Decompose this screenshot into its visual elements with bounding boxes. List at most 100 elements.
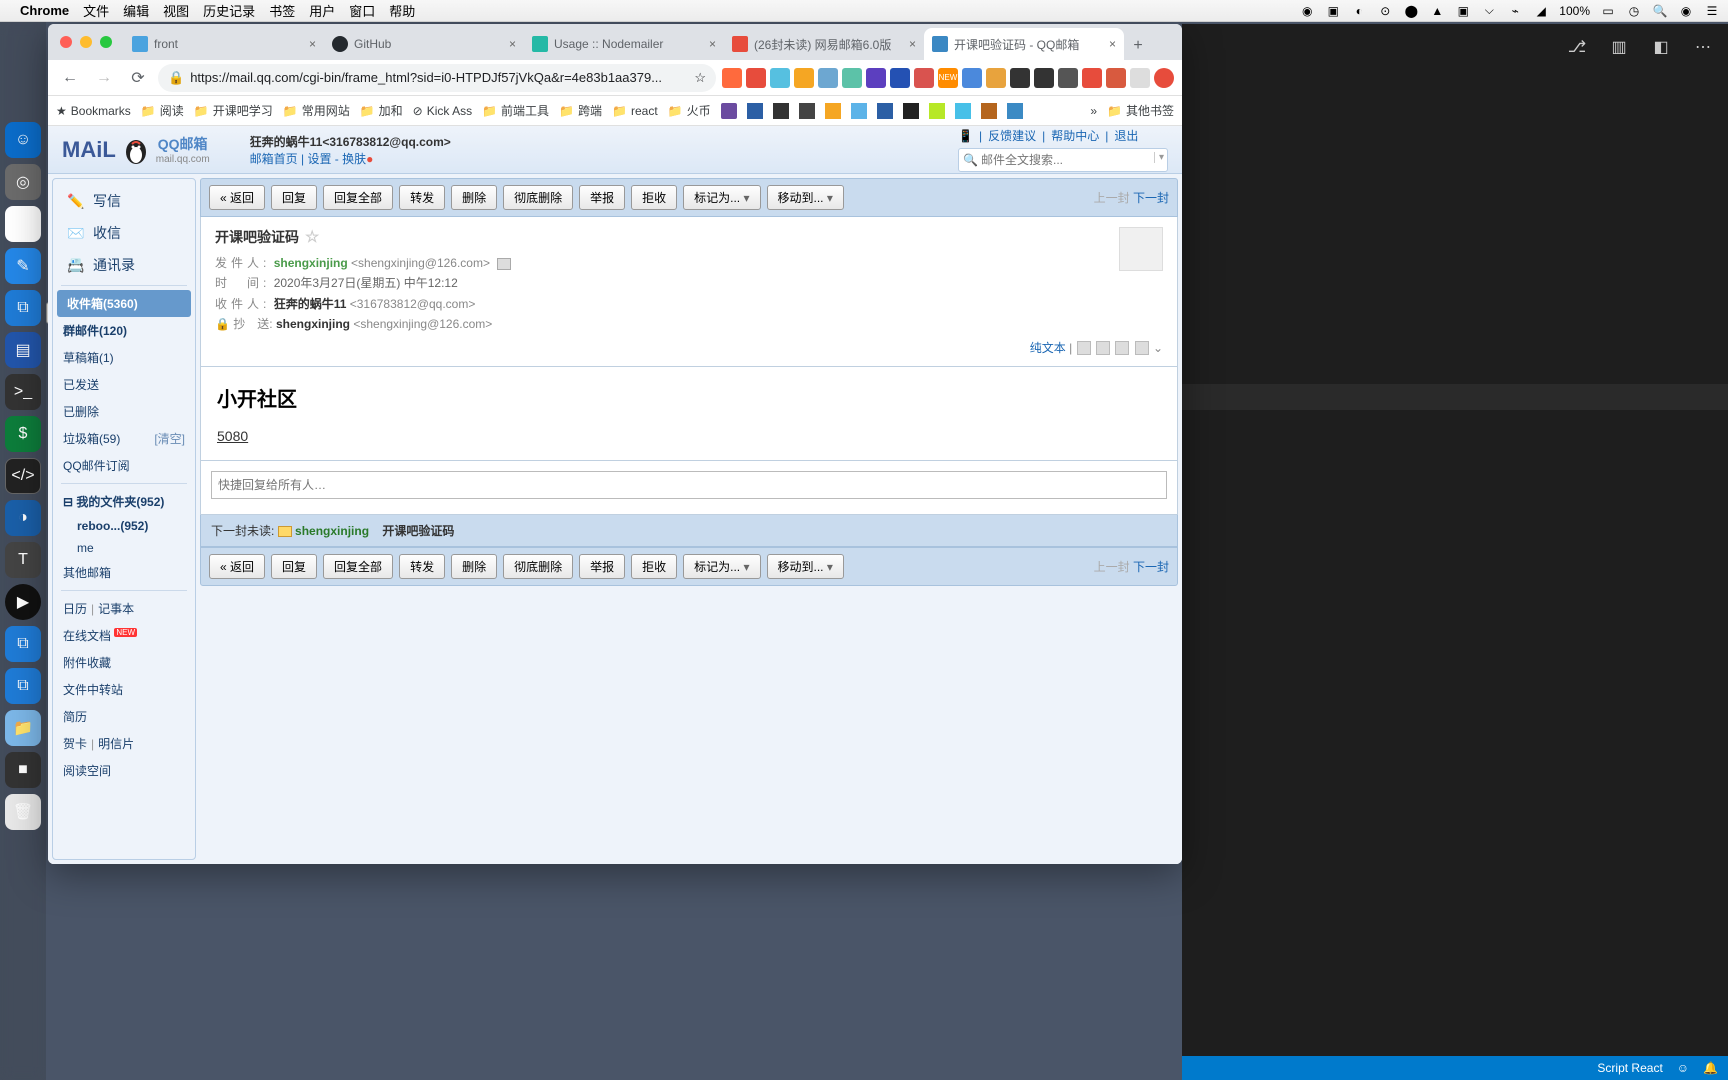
bookmark[interactable]: 📁火币 <box>668 102 711 119</box>
status-icon[interactable]: ▣ <box>1325 3 1341 19</box>
tab-close-icon[interactable]: × <box>309 37 316 51</box>
ext-icon[interactable] <box>722 68 742 88</box>
bookmark-icon[interactable] <box>1007 103 1023 119</box>
mail-search-input[interactable] <box>958 148 1168 172</box>
tab-close-icon[interactable]: × <box>909 37 916 51</box>
dock-trash[interactable]: 🗑 <box>5 794 41 830</box>
quick-reply-input[interactable] <box>211 471 1167 499</box>
volume-icon[interactable]: ◢ <box>1533 3 1549 19</box>
star-icon[interactable]: ☆ <box>694 70 706 86</box>
ext-icon[interactable] <box>866 68 886 88</box>
nav-forward[interactable]: → <box>90 64 118 92</box>
report-button[interactable]: 举报 <box>579 185 625 210</box>
dock-app[interactable]: ▤ <box>5 332 41 368</box>
move-button[interactable]: 移动到... <box>767 185 844 210</box>
report-button[interactable]: 举报 <box>579 554 625 579</box>
status-icon[interactable]: ◉ <box>1299 3 1315 19</box>
menu-bookmarks[interactable]: 书签 <box>269 1 295 20</box>
my-folders[interactable]: ⊟ 我的文件夹(952) <box>53 488 195 515</box>
sidebar-cards[interactable]: 贺卡|明信片 <box>53 730 195 757</box>
tab-github[interactable]: GitHub × <box>324 28 524 60</box>
menu-edit[interactable]: 编辑 <box>123 1 149 20</box>
folder-sent[interactable]: 已发送 <box>53 371 195 398</box>
back-button[interactable]: 返回 <box>209 554 265 579</box>
ext-icon[interactable] <box>818 68 838 88</box>
action-icon[interactable] <box>1115 341 1129 355</box>
folder-group[interactable]: 群邮件(120) <box>53 317 195 344</box>
bookmark-icon[interactable] <box>825 103 841 119</box>
ext-icon[interactable] <box>842 68 862 88</box>
bookmark[interactable]: ⊘ Kick Ass <box>413 104 472 118</box>
spotlight-icon[interactable]: 🔍 <box>1652 3 1668 19</box>
folder-draft[interactable]: 草稿箱(1) <box>53 344 195 371</box>
menu-file[interactable]: 文件 <box>83 1 109 20</box>
vscode-source-control-icon[interactable]: ⎇ <box>1566 36 1588 58</box>
bookmark-icon[interactable] <box>721 103 737 119</box>
window-maximize[interactable] <box>100 36 112 48</box>
ext-icon[interactable] <box>962 68 982 88</box>
ext-icon[interactable]: NEW <box>938 68 958 88</box>
sidebar-onlinedoc[interactable]: 在线文档 NEW <box>53 622 195 649</box>
nav-back[interactable]: ← <box>56 64 84 92</box>
dock-terminal[interactable]: >_ <box>5 374 41 410</box>
sender-avatar[interactable] <box>1119 227 1163 271</box>
move-button[interactable]: 移动到... <box>767 554 844 579</box>
nav-reload[interactable]: ⟳ <box>124 64 152 92</box>
siri-icon[interactable]: ◉ <box>1678 3 1694 19</box>
folder-deleted[interactable]: 已删除 <box>53 398 195 425</box>
ext-icon[interactable] <box>1082 68 1102 88</box>
control-center-icon[interactable]: ☰ <box>1704 3 1720 19</box>
expand-icon[interactable]: ⌄ <box>1153 341 1163 355</box>
ext-icon[interactable] <box>794 68 814 88</box>
dock-finder[interactable]: ☺ <box>5 122 41 158</box>
vscode-language[interactable]: Script React <box>1597 1061 1662 1075</box>
tab-nodemailer[interactable]: Usage :: Nodemailer × <box>524 28 724 60</box>
bookmark-icon[interactable] <box>903 103 919 119</box>
bookmark-icon[interactable] <box>981 103 997 119</box>
dock-vscode[interactable]: ⧉ <box>5 290 41 326</box>
menu-view[interactable]: 视图 <box>163 1 189 20</box>
compose-button[interactable]: ✏️写信 <box>53 185 195 217</box>
dock-app[interactable]: ▶ <box>5 584 41 620</box>
menu-history[interactable]: 历史记录 <box>203 1 255 20</box>
delete-button[interactable]: 删除 <box>451 554 497 579</box>
menu-window[interactable]: 窗口 <box>349 1 375 20</box>
ext-icon[interactable] <box>1154 68 1174 88</box>
clock-icon[interactable]: ◷ <box>1626 3 1642 19</box>
sidebar-resume[interactable]: 简历 <box>53 703 195 730</box>
action-icon[interactable] <box>1135 341 1149 355</box>
ext-icon[interactable] <box>1034 68 1054 88</box>
action-icon[interactable] <box>1077 341 1091 355</box>
bookmark[interactable]: 📁前端工具 <box>482 102 549 119</box>
status-icon[interactable]: ⊙ <box>1377 3 1393 19</box>
dock-app[interactable]: T <box>5 542 41 578</box>
bookmark-icon[interactable] <box>929 103 945 119</box>
folder-spam[interactable]: 垃圾箱(59)[清空] <box>53 425 195 452</box>
reply-button[interactable]: 回复 <box>271 185 317 210</box>
bookmark-icon[interactable] <box>851 103 867 119</box>
menu-user[interactable]: 用户 <box>309 1 335 20</box>
ext-icon[interactable] <box>1010 68 1030 88</box>
bookmark[interactable]: ★ Bookmarks <box>56 104 131 118</box>
bookmark-icon[interactable] <box>955 103 971 119</box>
ext-icon[interactable] <box>1130 68 1150 88</box>
bookmark-icon[interactable] <box>747 103 763 119</box>
logout-link[interactable]: 退出 <box>1114 127 1138 144</box>
subfolder-me[interactable]: me <box>53 537 195 559</box>
app-name[interactable]: Chrome <box>20 3 69 18</box>
dock-app[interactable]: ✎ <box>5 248 41 284</box>
bookmark[interactable]: 📁跨端 <box>559 102 602 119</box>
next-mail[interactable]: 下一封 <box>1133 560 1169 574</box>
ext-icon[interactable] <box>890 68 910 88</box>
ext-icon[interactable] <box>746 68 766 88</box>
sidebar-attachments[interactable]: 附件收藏 <box>53 649 195 676</box>
tab-close-icon[interactable]: × <box>509 37 516 51</box>
replyall-button[interactable]: 回复全部 <box>323 554 393 579</box>
other-bookmarks[interactable]: 📁其他书签 <box>1107 102 1174 119</box>
folder-subscription[interactable]: QQ邮件订阅 <box>53 452 195 479</box>
dock-app[interactable]: </> <box>5 458 41 494</box>
dock-app[interactable]: ◑ <box>5 500 41 536</box>
bookmark[interactable]: 📁开课吧学习 <box>194 102 273 119</box>
ext-icon[interactable] <box>770 68 790 88</box>
vscode-split-icon[interactable]: ◧ <box>1650 36 1672 58</box>
